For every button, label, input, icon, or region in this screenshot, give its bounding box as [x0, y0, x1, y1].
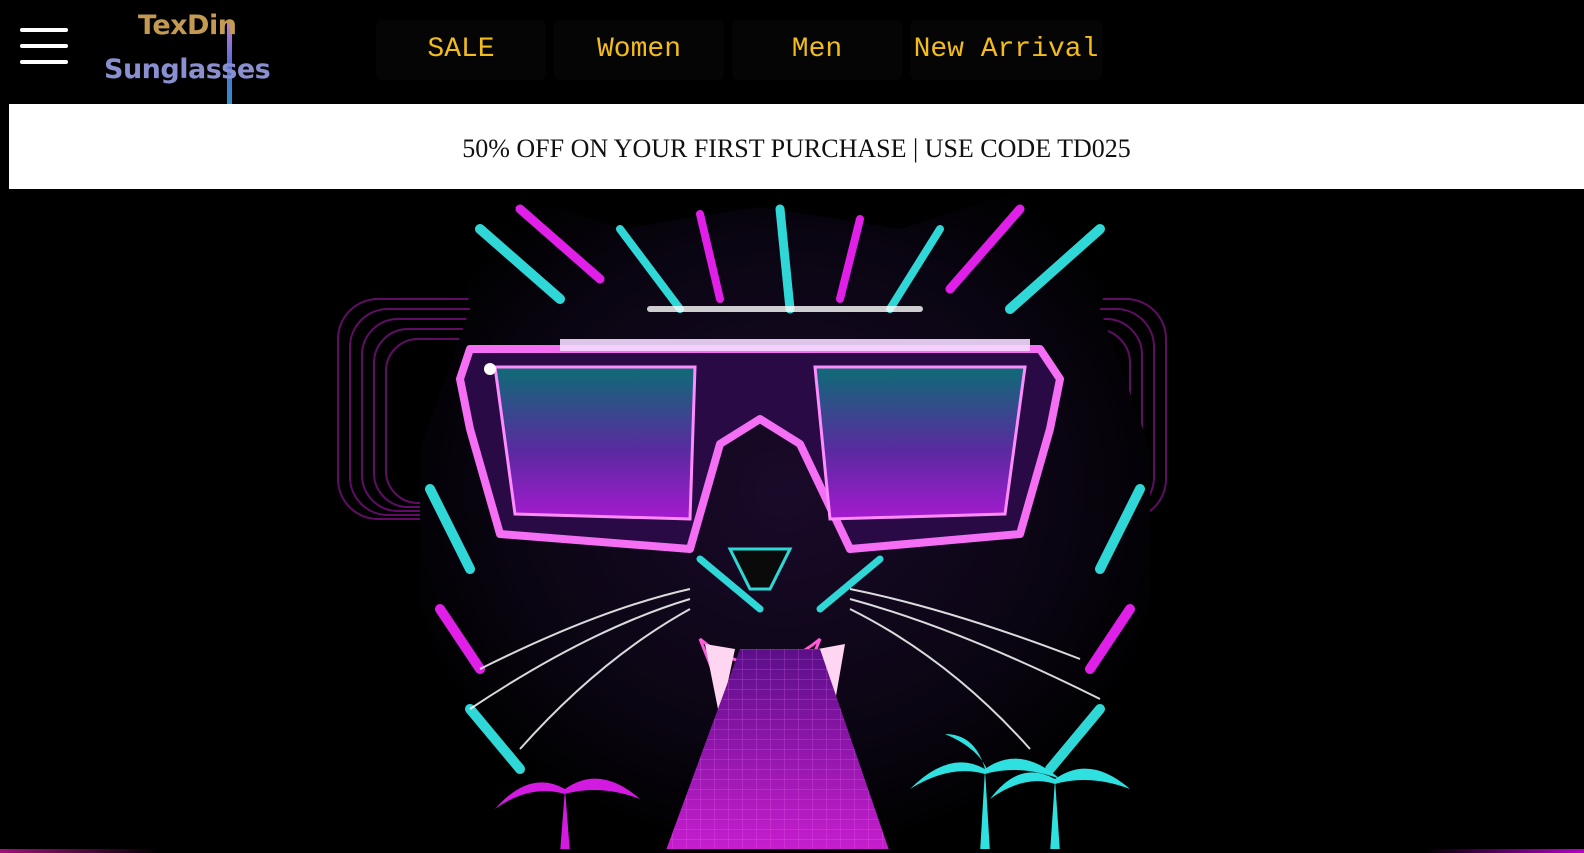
menu-line	[20, 44, 68, 48]
logo-line-1: TexDin	[138, 10, 237, 41]
promo-banner[interactable]: 50% OFF ON YOUR FIRST PURCHASE | USE COD…	[9, 104, 1584, 189]
hamburger-menu-icon[interactable]	[18, 24, 68, 68]
menu-line	[20, 28, 68, 32]
left-lens	[493, 365, 697, 521]
hero-image	[0, 189, 1584, 853]
site-header: TexDin Sunglasses SALE Women Men New Arr…	[0, 0, 1584, 104]
nav-item-new-arrival[interactable]: New Arrival	[910, 20, 1102, 80]
page: TexDin Sunglasses SALE Women Men New Arr…	[0, 0, 1584, 853]
brand-logo[interactable]: TexDin Sunglasses	[100, 6, 280, 104]
menu-line	[20, 60, 68, 64]
sparkle-icon	[484, 363, 496, 375]
promo-text: 50% OFF ON YOUR FIRST PURCHASE | USE COD…	[462, 134, 1131, 163]
logo-line-2: Sunglasses	[104, 54, 271, 85]
bottom-gradient-line	[0, 849, 1584, 853]
neon-tiger-illustration	[337, 194, 1167, 853]
nav-item-men[interactable]: Men	[732, 20, 902, 80]
nav-item-women[interactable]: Women	[554, 20, 724, 80]
right-lens	[813, 365, 1027, 521]
nav-item-sale[interactable]: SALE	[376, 20, 546, 80]
